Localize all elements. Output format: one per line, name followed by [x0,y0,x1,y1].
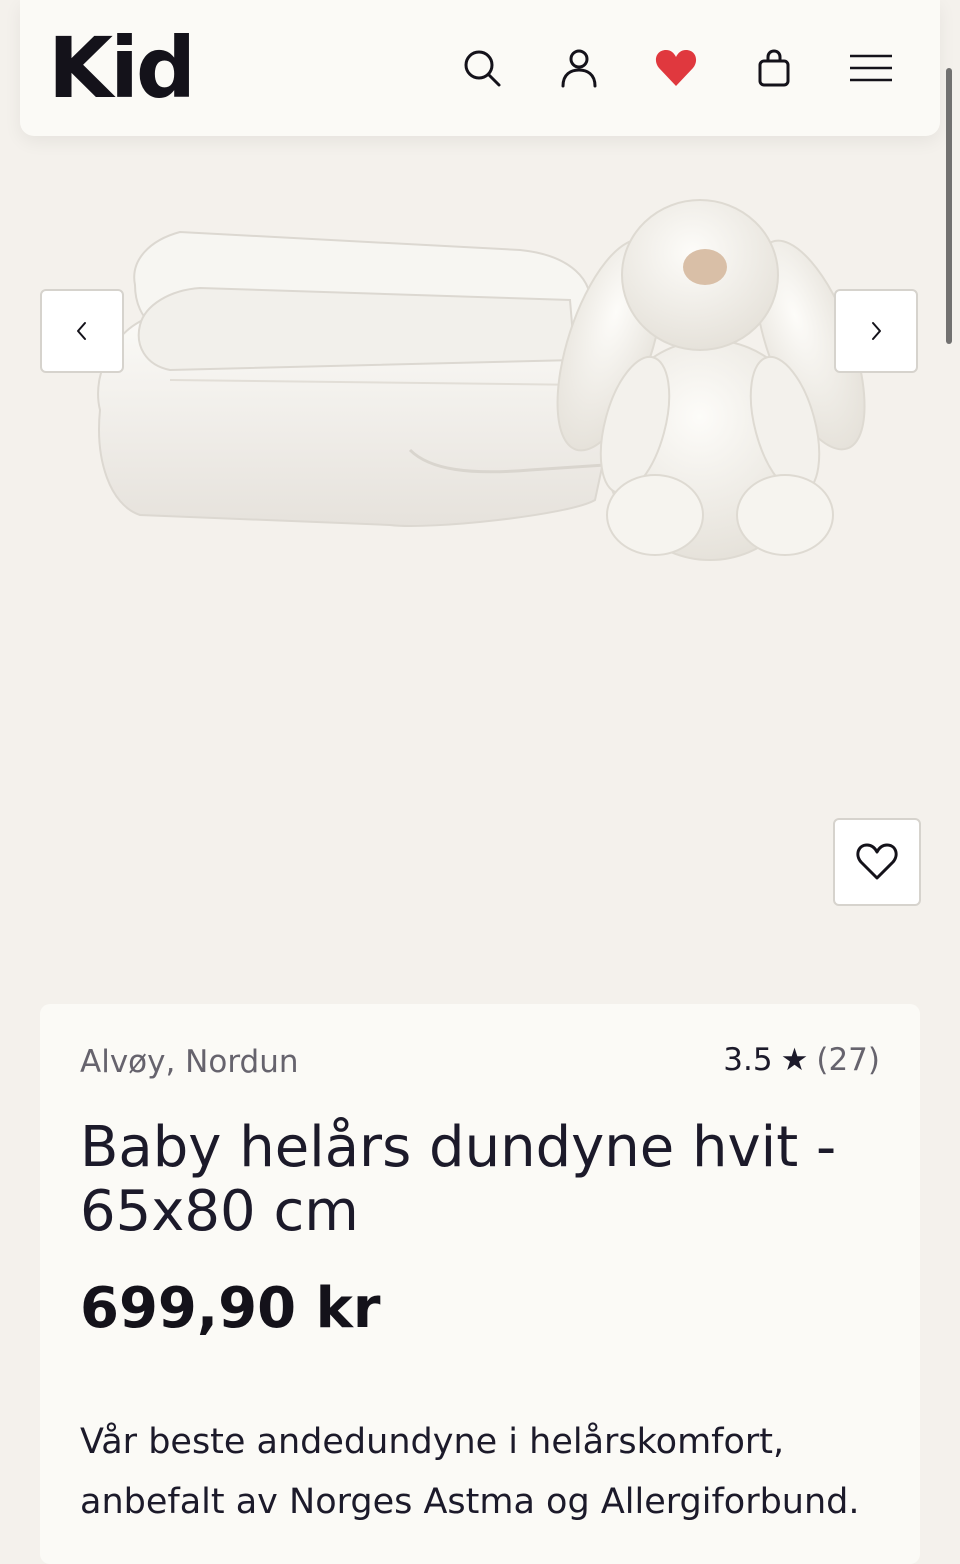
gallery-next-button[interactable] [834,289,918,373]
chevron-right-icon [872,322,881,340]
star-icon: ★ [780,1042,809,1078]
shopping-bag-icon [758,49,790,87]
search-icon [464,50,501,87]
search-button[interactable] [458,44,506,92]
gallery-prev-button[interactable] [40,289,124,373]
user-icon [561,49,597,88]
product-brand[interactable]: Alvøy, Nordun [80,1044,299,1080]
chevron-left-icon [77,322,86,340]
menu-button[interactable] [846,44,896,92]
review-count: (27) [816,1042,880,1078]
product-rating[interactable]: 3.5 ★ (27) [723,1042,880,1078]
heart-icon [655,50,697,86]
cart-button[interactable] [750,44,798,92]
product-image [97,199,866,561]
menu-icon [850,54,892,82]
wishlist-button[interactable] [652,44,700,92]
product-description: Vår beste andedundyne i helårskomfort, a… [80,1422,860,1522]
product-info-card: Alvøy, Nordun 3.5 ★ (27) Baby helårs dun… [40,1004,920,1564]
page-scrollbar[interactable] [946,68,952,344]
account-button[interactable] [555,44,603,92]
kid-logo[interactable]: Kid [48,18,196,118]
heart-outline-icon [856,843,898,880]
product-price: 699,90 kr [80,1276,381,1341]
product-title: Baby helårs dundyne hvit - 65x80 cm [80,1115,837,1244]
add-to-wishlist-button[interactable] [833,818,921,906]
rating-value: 3.5 [723,1042,773,1078]
site-header: Kid [20,0,940,136]
product-gallery [40,150,921,950]
